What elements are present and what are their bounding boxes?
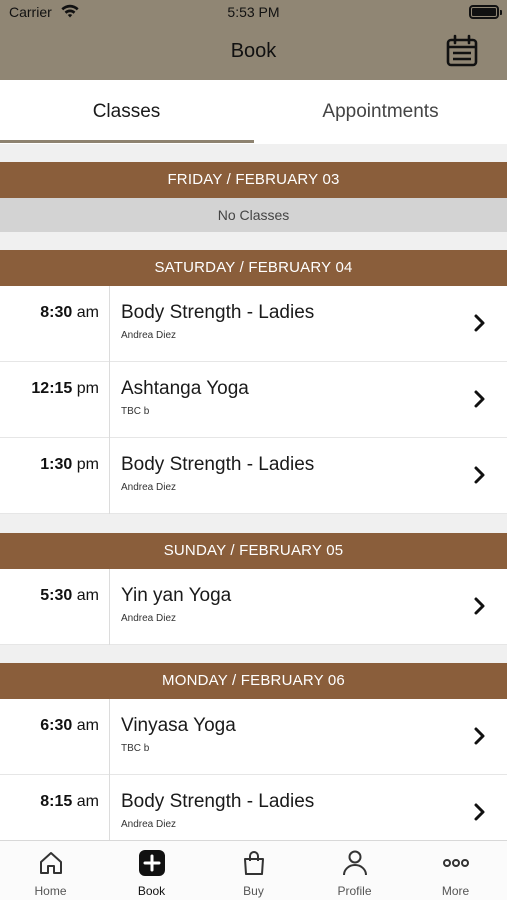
home-icon	[40, 852, 62, 874]
chevron-right-icon	[474, 466, 485, 484]
class-instructor: TBC b	[121, 743, 150, 754]
calendar-icon[interactable]	[445, 34, 479, 68]
chevron-right-icon	[474, 597, 485, 615]
status-bar: Carrier 5:53 PM	[0, 0, 507, 24]
class-title: Body Strength - Ladies	[121, 791, 315, 812]
class-title: Body Strength - Ladies	[121, 454, 315, 475]
shopping-bag-icon	[244, 851, 264, 875]
row-divider	[109, 569, 110, 645]
row-divider	[109, 286, 110, 362]
class-row[interactable]: 8:30 am Body Strength - Ladies Andrea Di…	[0, 286, 507, 362]
active-tab-indicator	[0, 140, 254, 143]
no-classes-message: No Classes	[0, 198, 507, 232]
row-divider	[109, 699, 110, 775]
class-instructor: Andrea Diez	[121, 482, 177, 493]
battery-icon	[469, 5, 502, 19]
day-header: FRIDAY / FEBRUARY 03	[0, 162, 507, 198]
status-time: 5:53 PM	[227, 4, 280, 20]
plus-icon	[139, 850, 165, 876]
page-title: Book	[230, 40, 277, 62]
day-header: SATURDAY / FEBRUARY 04	[0, 250, 507, 286]
row-divider	[109, 362, 110, 438]
tabbar-label: Book	[137, 884, 166, 898]
class-instructor: Andrea Diez	[121, 819, 177, 830]
class-title: Vinyasa Yoga	[121, 715, 236, 736]
row-divider	[109, 438, 110, 514]
tabbar-label: Buy	[243, 884, 264, 898]
class-row[interactable]: 5:30 am Yin yan Yoga Andrea Diez	[0, 569, 507, 645]
chevron-right-icon	[474, 314, 485, 332]
class-instructor: TBC b	[121, 406, 150, 417]
tabbar-label: More	[441, 884, 470, 898]
tab-classes[interactable]: Classes	[0, 80, 253, 144]
day-header: MONDAY / FEBRUARY 06	[0, 663, 507, 699]
class-instructor: Andrea Diez	[121, 330, 177, 341]
class-instructor: Andrea Diez	[121, 613, 177, 624]
more-icon	[443, 859, 469, 867]
tab-appointments[interactable]: Appointments	[254, 80, 507, 144]
class-row[interactable]: 12:15 pm Ashtanga Yoga TBC b	[0, 362, 507, 438]
class-title: Yin yan Yoga	[121, 585, 232, 606]
class-time: 1:30 pm	[40, 456, 99, 473]
chevron-right-icon	[474, 727, 485, 745]
day-header: SUNDAY / FEBRUARY 05	[0, 533, 507, 569]
class-time: 12:15 pm	[31, 380, 99, 397]
tabbar-label: Home	[34, 884, 67, 898]
chevron-right-icon	[474, 390, 485, 408]
app-header: Carrier 5:53 PM Book	[0, 0, 507, 80]
tabbar-label: Profile	[337, 884, 372, 898]
segment-tabs: Classes Appointments	[0, 80, 507, 144]
tabbar-item-profile[interactable]: Profile	[304, 841, 405, 900]
person-icon	[343, 850, 367, 876]
class-row[interactable]: 6:30 am Vinyasa Yoga TBC b	[0, 699, 507, 775]
tabbar-item-buy[interactable]: Buy	[203, 841, 304, 900]
class-time: 8:15 am	[40, 793, 99, 810]
class-time: 5:30 am	[40, 587, 99, 604]
tabbar-item-more[interactable]: More	[405, 841, 506, 900]
class-title: Body Strength - Ladies	[121, 302, 315, 323]
bottom-tab-bar: Home Book Buy Profile More	[0, 840, 507, 900]
tabbar-item-book[interactable]: Book	[101, 841, 202, 900]
class-row[interactable]: 1:30 pm Body Strength - Ladies Andrea Di…	[0, 438, 507, 514]
tabbar-item-home[interactable]: Home	[0, 841, 101, 900]
class-time: 6:30 am	[40, 717, 99, 734]
chevron-right-icon	[474, 803, 485, 821]
class-time: 8:30 am	[40, 304, 99, 321]
class-title: Ashtanga Yoga	[121, 378, 249, 399]
